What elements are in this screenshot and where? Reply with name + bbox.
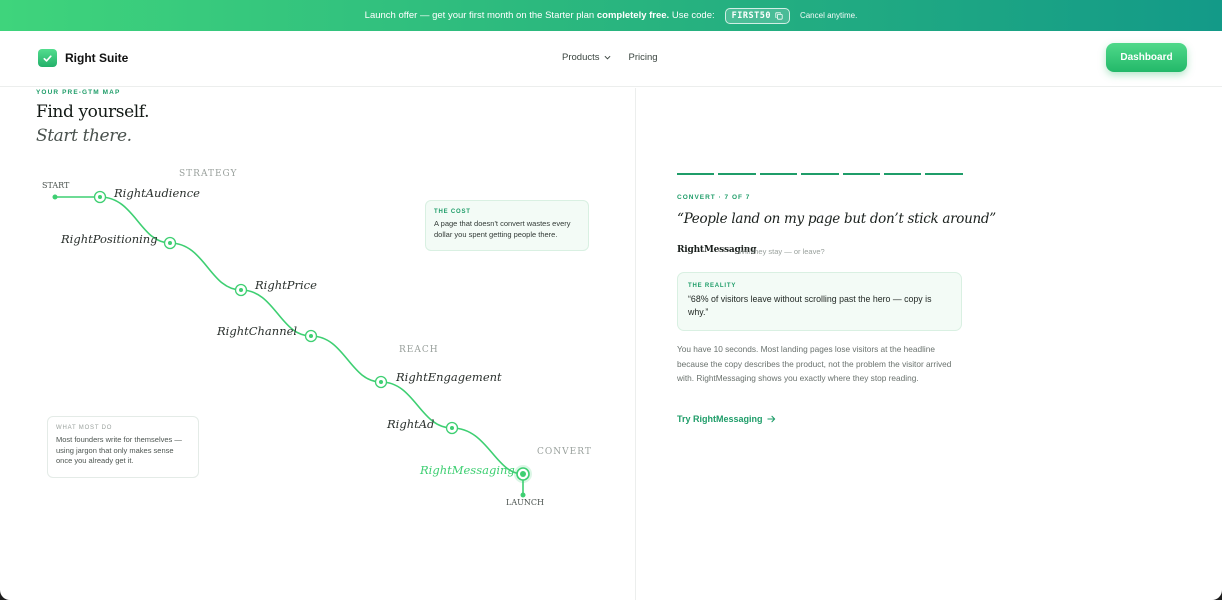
stage-reach: REACH	[399, 345, 439, 355]
progress-segment[interactable]	[677, 173, 715, 175]
step-progress	[677, 173, 963, 175]
what-most-do-eyebrow: WHAT MOST DO	[56, 425, 113, 431]
progress-segment[interactable]	[842, 173, 880, 175]
cancel-note: Cancel anytime.	[799, 11, 858, 20]
try-rightmessaging-link[interactable]: Try RightMessaging	[677, 414, 776, 424]
gtm-map: START LAUNCH STRATEGY REACH CONVERT Righ…	[42, 169, 592, 507]
reality-body: “68% of visitors leave without scrolling…	[688, 294, 932, 317]
map-label-rightprice: RightPrice	[254, 278, 317, 292]
what-most-do-body: Most founders write for themselves — usi…	[56, 435, 182, 465]
product-description: You have 10 seconds. Most landing pages …	[677, 344, 952, 383]
step-eyebrow: CONVERT · 7 OF 7	[677, 194, 751, 201]
stage-convert: CONVERT	[537, 447, 592, 457]
start-label: START	[42, 181, 70, 190]
progress-segment[interactable]	[718, 173, 756, 175]
page: Launch offer — get your first month on t…	[0, 0, 1222, 600]
what-most-do-card: WHAT MOST DO Most founders write for the…	[47, 416, 199, 478]
copy-icon	[775, 11, 783, 20]
arrow-right-icon	[766, 415, 775, 423]
stage-strategy: STRATEGY	[179, 169, 238, 179]
dashboard-button[interactable]: Dashboard	[1106, 43, 1187, 72]
cta-label: Try RightMessaging	[677, 414, 763, 424]
progress-segment[interactable]	[801, 173, 839, 175]
problem-quote: “People land on my page but don’t stick …	[677, 211, 996, 227]
map-label-rightmessaging: RightMessaging	[419, 463, 515, 477]
map-label-rightaudience: RightAudience	[113, 186, 200, 200]
promo-code-text: FIRST50	[731, 10, 771, 21]
column-divider	[635, 88, 636, 600]
progress-segment[interactable]	[883, 173, 922, 175]
map-node-rightaudience[interactable]: RightAudience	[93, 186, 201, 204]
reality-eyebrow: THE REALITY	[688, 283, 737, 289]
promo-code-button[interactable]: FIRST50	[724, 7, 790, 24]
reality-card: THE REALITY “68% of visitors leave witho…	[677, 272, 962, 331]
map-node-rightmessaging[interactable]: RightMessaging	[419, 463, 532, 483]
cost-card-eyebrow: THE COST	[434, 209, 471, 215]
product-tagline: Will they stay — or leave?	[738, 247, 825, 256]
launch-dot	[520, 492, 526, 498]
map-label-rightchannel: RightChannel	[216, 324, 297, 338]
cost-card: THE COST A page that doesn't convert was…	[425, 200, 589, 251]
map-label-rightad: RightAd	[386, 417, 434, 431]
map-label-rightengagement: RightEngagement	[395, 370, 502, 384]
progress-segment[interactable]	[759, 173, 798, 175]
map-node-rightchannel[interactable]: RightChannel	[216, 324, 318, 343]
launch-label: LAUNCH	[506, 498, 544, 507]
map-node-rightad[interactable]: RightAd	[386, 417, 459, 435]
banner-code-prefix: Use code:	[671, 10, 715, 21]
map-label-rightpositioning: RightPositioning	[60, 232, 158, 246]
cost-card-body: A page that doesn't convert wastes every…	[434, 219, 571, 239]
start-dot	[52, 194, 58, 200]
map-node-rightprice[interactable]: RightPrice	[234, 278, 318, 297]
progress-segment[interactable]	[925, 173, 963, 175]
